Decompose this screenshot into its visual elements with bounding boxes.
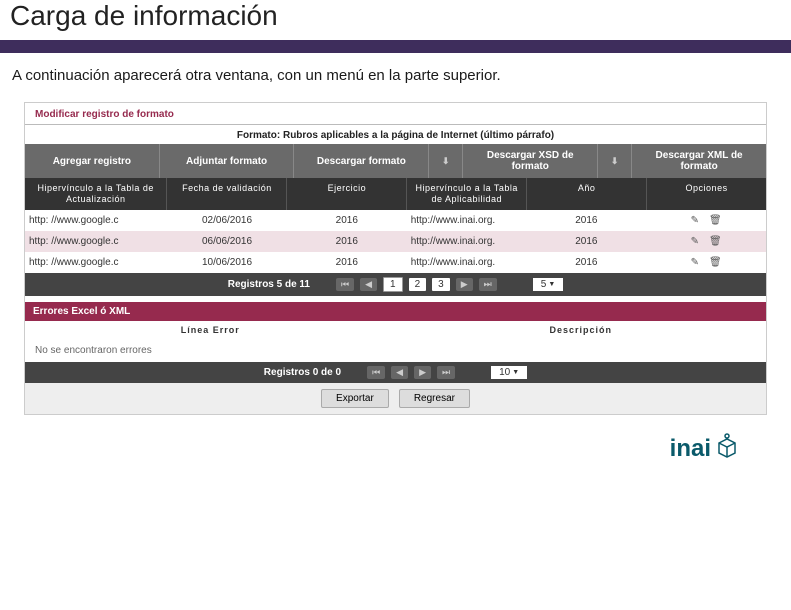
toolbar: Agregar registro Adjuntar formato Descar… [25,144,766,178]
pager-prev-button[interactable]: ◀ [391,366,408,379]
pager-page[interactable]: 1 [383,277,403,292]
cell-link[interactable]: http: //www.google.c [25,231,167,252]
download-icon[interactable]: ⬇ [429,144,463,178]
page-subtitle: A continuación aparecerá otra ventana, c… [0,53,791,102]
pager-last-button[interactable]: ⏭ [479,278,497,291]
cell-link[interactable]: http://www.inai.org. [407,231,527,252]
col-header: Ejercicio [287,178,407,210]
delete-icon[interactable]: 🗑 [709,215,722,226]
cell-date: 10/06/2016 [167,252,287,273]
cell-year: 2016 [526,231,646,252]
cell-options: ✎ 🗑 [646,210,766,231]
cell-year: 2016 [287,210,407,231]
delete-icon[interactable]: 🗑 [709,236,722,247]
download-format-button[interactable]: Descargar formato [294,144,429,178]
pager-main: Registros 5 de 11 ⏮ ◀ 1 2 3 ▶ ⏭ 5 ▼ [25,273,766,296]
cell-year: 2016 [526,252,646,273]
format-label: Formato: Rubros aplicables a la página d… [25,127,766,144]
download-xsd-button[interactable]: Descargar XSD de formato [463,144,598,178]
errors-empty: No se encontraron errores [25,339,766,362]
header-underline [0,40,791,52]
col-header: Hipervínculo a la Tabla de Actualización [25,178,167,210]
table-row: http: //www.google.c 06/06/2016 2016 htt… [25,231,766,252]
cell-year: 2016 [287,231,407,252]
chevron-down-icon: ▼ [512,369,519,376]
pager-size-select[interactable]: 10 ▼ [491,366,527,379]
download-icon[interactable]: ⬇ [598,144,632,178]
edit-icon[interactable]: ✎ [691,215,699,226]
page-title: Carga de información [0,0,791,40]
cell-link[interactable]: http://www.inai.org. [407,252,527,273]
pager-page[interactable]: 2 [409,278,427,291]
table-row: http: //www.google.c 02/06/2016 2016 htt… [25,210,766,231]
download-xml-button[interactable]: Descargar XML de formato [632,144,766,178]
table-row: http: //www.google.c 10/06/2016 2016 htt… [25,252,766,273]
pager-next-button[interactable]: ▶ [414,366,431,379]
attach-format-button[interactable]: Adjuntar formato [160,144,295,178]
errors-title: Errores Excel ó XML [25,302,766,321]
col-header: Fecha de validación [167,178,287,210]
errors-header: Línea Error Descripción [25,321,766,339]
section-title: Modificar registro de formato [25,103,766,122]
cell-options: ✎ 🗑 [646,252,766,273]
pager-prev-button[interactable]: ◀ [360,278,377,291]
pager-page[interactable]: 3 [432,278,450,291]
pager-errors: Registros 0 de 0 ⏮ ◀ ▶ ⏭ 10 ▼ [25,362,766,383]
col-header: Opciones [647,178,766,210]
divider [25,124,766,125]
pager-first-button[interactable]: ⏮ [336,278,354,291]
cell-year: 2016 [526,210,646,231]
pager-label: Registros 5 de 11 [228,279,310,290]
footer-logo: inai [0,415,791,465]
col-header: Año [527,178,647,210]
delete-icon[interactable]: 🗑 [709,257,722,268]
col-header: Hipervínculo a la Tabla de Aplicabilidad [407,178,527,210]
errors-col: Descripción [396,321,767,339]
slide-header: Carga de información [0,0,791,53]
errors-col: Línea Error [25,321,396,339]
cell-link[interactable]: http://www.inai.org. [407,210,527,231]
add-record-button[interactable]: Agregar registro [25,144,160,178]
logo-cube-icon [715,433,739,465]
cell-date: 02/06/2016 [167,210,287,231]
table-header: Hipervínculo a la Tabla de Actualización… [25,178,766,210]
pager-last-button[interactable]: ⏭ [437,366,455,379]
action-bar: Exportar Regresar [25,383,766,414]
logo-text: inai [670,435,711,463]
cell-options: ✎ 🗑 [646,231,766,252]
pager-first-button[interactable]: ⏮ [367,366,385,379]
back-button[interactable]: Regresar [399,389,470,408]
app-window: Modificar registro de formato Formato: R… [24,102,767,415]
cell-link[interactable]: http: //www.google.c [25,252,167,273]
pager-size-select[interactable]: 5 ▼ [533,278,564,291]
pager-label: Registros 0 de 0 [264,367,341,378]
cell-year: 2016 [287,252,407,273]
cell-link[interactable]: http: //www.google.c [25,210,167,231]
chevron-down-icon: ▼ [548,281,555,288]
export-button[interactable]: Exportar [321,389,389,408]
cell-date: 06/06/2016 [167,231,287,252]
edit-icon[interactable]: ✎ [691,236,699,247]
pager-next-button[interactable]: ▶ [456,278,473,291]
edit-icon[interactable]: ✎ [691,257,699,268]
